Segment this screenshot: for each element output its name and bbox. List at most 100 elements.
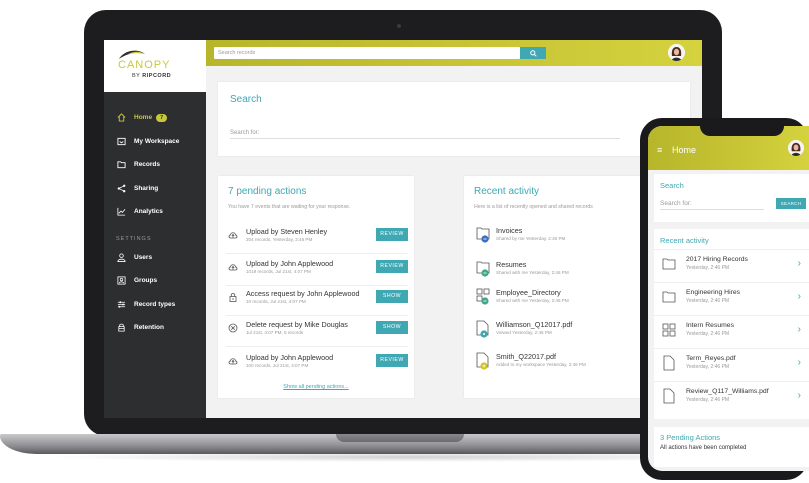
recent-activity-subtitle: Here is a list of recently opened and sh…	[474, 204, 593, 210]
sidebar-nav: Home 7 My Workspace Records Sharing Anal…	[104, 106, 206, 340]
phone-pending-subtitle: All actions have been completed	[660, 445, 747, 451]
phone-recent-item-title: Engineering Hires	[686, 289, 741, 296]
grid-icon	[662, 323, 676, 337]
user-avatar[interactable]	[668, 44, 685, 61]
phone-search-card: Search Search for: SEARCH	[654, 174, 809, 222]
home-icon	[116, 113, 126, 123]
sidebar-item-record-types[interactable]: Record types	[104, 293, 206, 317]
sidebar-item-records[interactable]: Records	[104, 153, 206, 177]
review-button[interactable]: REVIEW	[376, 354, 408, 367]
brand-sub-name: RIPCORD	[142, 73, 172, 79]
phone-recent-item-title: Review_Q117_Williams.pdf	[686, 388, 769, 395]
laptop-notch	[336, 434, 464, 442]
recent-activity-item-meta: Shared with me Yesterday, 2:46 PM	[496, 298, 569, 303]
share-icon	[116, 183, 126, 193]
divider	[226, 346, 408, 347]
show-button[interactable]: SHOW	[376, 290, 408, 303]
sidebar-item-label: Record types	[134, 300, 176, 308]
chevron-right-icon: ›	[797, 324, 801, 335]
search-for-field[interactable]: Search for:	[230, 130, 620, 139]
pending-action-title: Upload by John Applewood	[246, 259, 334, 268]
avatar-portrait-icon	[668, 44, 685, 61]
upload-icon	[228, 358, 238, 365]
divider	[226, 315, 408, 316]
phone-recent-row[interactable]: 2017 Hiring Records Yesterday, 2:46 PM ›	[654, 249, 809, 279]
search-records-input[interactable]: Search records	[214, 47, 520, 59]
sidebar-item-sharing[interactable]: Sharing	[104, 177, 206, 201]
phone-recent-row[interactable]: Term_Reyes.pdf Yesterday, 2:46 PM ›	[654, 348, 809, 378]
top-bar: Search records	[206, 40, 702, 66]
file-added-icon	[476, 352, 489, 370]
phone-recent-row[interactable]: Intern Resumes Yesterday, 2:46 PM ›	[654, 315, 809, 345]
phone-pending-title: 3 Pending Actions	[660, 433, 721, 442]
pending-action-row[interactable]: Upload by John Applewood 100 records, Ju…	[226, 352, 408, 376]
review-button[interactable]: REVIEW	[376, 228, 408, 241]
review-button[interactable]: REVIEW	[376, 260, 408, 273]
phone-search-title: Search	[660, 181, 684, 190]
pending-action-meta: 100 records, Jul 21st, 4:07 PM	[246, 363, 309, 368]
sidebar-item-label: Groups	[134, 277, 158, 285]
brand-sub: BY RIPCORD	[132, 73, 171, 79]
sidebar-item-label: My Workspace	[134, 137, 180, 145]
brand-sub-prefix: BY	[132, 73, 141, 79]
brand-name: CANOPY	[118, 59, 171, 71]
phone-pending-card[interactable]: 3 Pending Actions All actions have been …	[654, 427, 809, 467]
divider	[226, 285, 408, 286]
phone-page-title: Home	[672, 145, 697, 155]
phone-recent-row[interactable]: Engineering Hires Yesterday, 2:46 PM ›	[654, 282, 809, 312]
pending-action-title: Upload by Steven Henley	[246, 227, 328, 236]
recent-activity-item-title: Resumes	[496, 260, 527, 269]
search-button[interactable]	[520, 47, 546, 59]
sidebar: CANOPY BY RIPCORD Home 7 My Workspace Re…	[104, 40, 206, 418]
phone-screen: ≡ Home Search Search for: SEARCH Recent …	[648, 126, 809, 471]
folder-shared-icon	[476, 261, 490, 277]
phone-recent-activity-card: Recent activity 2017 Hiring Records Yest…	[654, 229, 809, 419]
phone-notch	[700, 124, 784, 136]
sidebar-item-label: Home	[134, 114, 153, 122]
pending-action-title: Access request by John Applewood	[246, 289, 360, 298]
recent-activity-item-title: Employee_Directory	[496, 288, 561, 297]
divider	[226, 253, 408, 254]
show-all-pending-link[interactable]: Show all pending actions...	[218, 384, 414, 390]
recent-activity-item-title: Invoices	[496, 226, 523, 235]
phone-recent-item-title: 2017 Hiring Records	[686, 256, 748, 263]
menu-icon[interactable]: ≡	[657, 145, 662, 155]
phone-recent-row[interactable]: Review_Q117_Williams.pdf Yesterday, 2:46…	[654, 381, 809, 411]
workspace-icon	[116, 136, 126, 146]
sidebar-item-label: Retention	[134, 324, 164, 332]
retention-icon	[116, 323, 126, 333]
sidebar-item-label: Records	[134, 161, 161, 169]
sidebar-item-retention[interactable]: Retention	[104, 316, 206, 340]
phone-recent-item-meta: Yesterday, 2:46 PM	[686, 265, 730, 271]
phone-search-button[interactable]: SEARCH	[776, 198, 806, 209]
pending-action-row[interactable]: Upload by Steven Henley 204 records, Yes…	[226, 226, 408, 250]
phone-recent-title: Recent activity	[660, 236, 709, 245]
sidebar-item-home[interactable]: Home 7	[104, 106, 206, 130]
chevron-right-icon: ›	[797, 357, 801, 368]
brand-logo[interactable]: CANOPY BY RIPCORD	[104, 40, 206, 92]
folder-icon	[116, 160, 126, 170]
groups-icon	[116, 276, 126, 286]
search-icon	[529, 49, 537, 57]
laptop-camera	[397, 24, 401, 28]
sidebar-item-groups[interactable]: Groups	[104, 269, 206, 293]
sidebar-item-my-workspace[interactable]: My Workspace	[104, 130, 206, 154]
pending-action-meta: 1019 records, Jul 21st, 4:07 PM	[246, 269, 311, 274]
phone-recent-item-meta: Yesterday, 2:46 PM	[686, 397, 730, 403]
sidebar-item-users[interactable]: Users	[104, 246, 206, 270]
file-viewed-icon	[476, 320, 489, 338]
analytics-icon	[116, 207, 126, 217]
show-button[interactable]: SHOW	[376, 321, 408, 334]
sidebar-item-analytics[interactable]: Analytics	[104, 200, 206, 224]
pending-action-row[interactable]: Access request by John Applewood 10 reco…	[226, 288, 408, 312]
recent-activity-item-meta: Viewed Yesterday, 2:46 PM	[496, 330, 552, 335]
avatar-portrait-icon	[788, 140, 804, 156]
recent-activity-item-meta: Shared by me Yesterday, 2:46 PM	[496, 236, 566, 241]
phone-user-avatar[interactable]	[788, 140, 804, 156]
recent-activity-item-title: Smith_Q22017.pdf	[496, 352, 556, 361]
pending-action-row[interactable]: Upload by John Applewood 1019 records, J…	[226, 258, 408, 282]
chevron-right-icon: ›	[797, 390, 801, 401]
notification-badge: 7	[156, 113, 168, 122]
phone-search-input[interactable]: Search for:	[660, 200, 764, 210]
pending-action-row[interactable]: Delete request by Mike Douglas Jul 21st,…	[226, 319, 408, 343]
